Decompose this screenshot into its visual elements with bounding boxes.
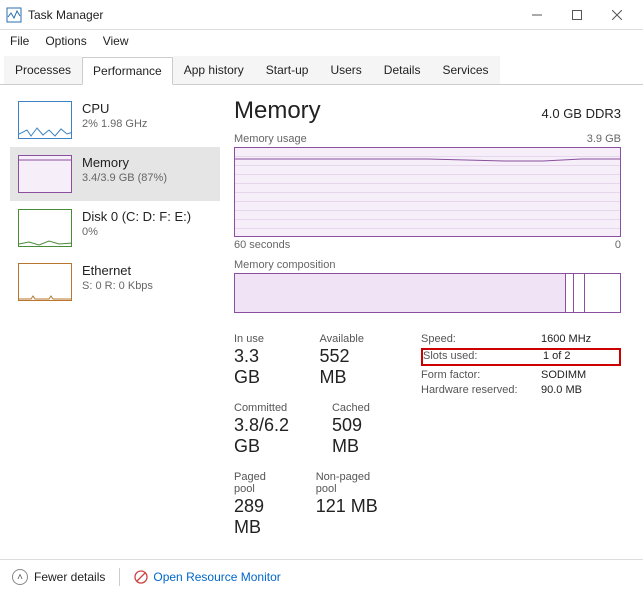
tab-details[interactable]: Details — [373, 56, 432, 84]
tab-performance[interactable]: Performance — [82, 57, 173, 85]
memory-spec: 4.0 GB DDR3 — [542, 106, 621, 121]
footer-bar: ˄ Fewer details Open Resource Monitor — [0, 559, 643, 594]
in-use-value: 3.3 GB — [234, 346, 290, 388]
slots-label: Slots used: — [423, 350, 543, 362]
tab-processes[interactable]: Processes — [4, 56, 82, 84]
cached-value: 509 MB — [332, 415, 381, 457]
performance-sidebar: CPU 2% 1.98 GHz Memory 3.4/3.9 GB (87%) … — [10, 93, 220, 543]
maximize-button[interactable] — [557, 1, 597, 29]
cpu-thumb-icon — [18, 101, 72, 139]
committed-label: Committed — [234, 402, 302, 414]
open-resource-monitor-link[interactable]: Open Resource Monitor — [134, 570, 280, 584]
ethernet-thumb-icon — [18, 263, 72, 301]
tab-users[interactable]: Users — [319, 56, 372, 84]
tab-app-history[interactable]: App history — [173, 56, 255, 84]
memory-composition-chart — [234, 273, 621, 313]
menu-bar: File Options View — [0, 30, 643, 52]
comp-modified — [566, 274, 574, 312]
minimize-button[interactable] — [517, 1, 557, 29]
memory-usage-chart — [234, 147, 621, 237]
usage-chart-max: 3.9 GB — [587, 133, 621, 145]
window-title: Task Manager — [28, 8, 517, 22]
comp-in-use — [235, 274, 566, 312]
comp-free — [585, 274, 620, 312]
reserved-value: 90.0 MB — [541, 384, 611, 396]
available-label: Available — [320, 333, 381, 345]
page-title: Memory — [234, 97, 321, 125]
memory-title: Memory — [82, 155, 167, 170]
stats-area: In use 3.3 GB Available 552 MB Committed… — [234, 333, 621, 552]
fewer-details-label: Fewer details — [34, 570, 105, 584]
menu-options[interactable]: Options — [45, 34, 86, 48]
disk-title: Disk 0 (C: D: F: E:) — [82, 209, 191, 224]
memory-sub: 3.4/3.9 GB (87%) — [82, 172, 167, 184]
form-value: SODIMM — [541, 369, 611, 381]
paged-value: 289 MB — [234, 496, 286, 538]
tab-bar: Processes Performance App history Start-… — [0, 56, 643, 85]
orm-label: Open Resource Monitor — [153, 570, 280, 584]
title-bar: Task Manager — [0, 0, 643, 30]
slots-row-highlight: Slots used: 1 of 2 — [421, 348, 621, 366]
cpu-title: CPU — [82, 101, 147, 116]
axis-right: 0 — [615, 239, 621, 251]
sidebar-item-ethernet[interactable]: Ethernet S: 0 R: 0 Kbps — [10, 255, 220, 309]
sidebar-item-disk[interactable]: Disk 0 (C: D: F: E:) 0% — [10, 201, 220, 255]
reserved-label: Hardware reserved: — [421, 384, 541, 396]
menu-file[interactable]: File — [10, 34, 29, 48]
speed-value: 1600 MHz — [541, 333, 611, 345]
available-value: 552 MB — [320, 346, 381, 388]
usage-chart-label: Memory usage — [234, 133, 307, 145]
disk-sub: 0% — [82, 226, 191, 238]
ethernet-title: Ethernet — [82, 263, 153, 278]
tab-start-up[interactable]: Start-up — [255, 56, 320, 84]
comp-standby — [574, 274, 586, 312]
close-button[interactable] — [597, 1, 637, 29]
nonpaged-value: 121 MB — [316, 496, 381, 517]
disk-thumb-icon — [18, 209, 72, 247]
form-label: Form factor: — [421, 369, 541, 381]
axis-left: 60 seconds — [234, 239, 290, 251]
window-controls — [517, 1, 637, 29]
content-area: CPU 2% 1.98 GHz Memory 3.4/3.9 GB (87%) … — [0, 85, 643, 543]
paged-label: Paged pool — [234, 471, 286, 495]
committed-value: 3.8/6.2 GB — [234, 415, 302, 457]
cpu-sub: 2% 1.98 GHz — [82, 118, 147, 130]
resource-monitor-icon — [134, 570, 148, 584]
tab-services[interactable]: Services — [431, 56, 499, 84]
speed-label: Speed: — [421, 333, 541, 345]
sidebar-item-memory[interactable]: Memory 3.4/3.9 GB (87%) — [10, 147, 220, 201]
detail-panel: Memory 4.0 GB DDR3 Memory usage 3.9 GB 6… — [220, 93, 633, 543]
cached-label: Cached — [332, 402, 381, 414]
slots-value: 1 of 2 — [543, 350, 613, 362]
task-manager-icon — [6, 7, 22, 23]
composition-label: Memory composition — [234, 259, 335, 271]
ethernet-sub: S: 0 R: 0 Kbps — [82, 280, 153, 292]
fewer-details-button[interactable]: ˄ Fewer details — [12, 569, 105, 585]
menu-view[interactable]: View — [103, 34, 129, 48]
footer-divider — [119, 568, 120, 586]
chevron-up-icon: ˄ — [12, 569, 28, 585]
sidebar-item-cpu[interactable]: CPU 2% 1.98 GHz — [10, 93, 220, 147]
nonpaged-label: Non-paged pool — [316, 471, 381, 495]
in-use-label: In use — [234, 333, 290, 345]
memory-thumb-icon — [18, 155, 72, 193]
